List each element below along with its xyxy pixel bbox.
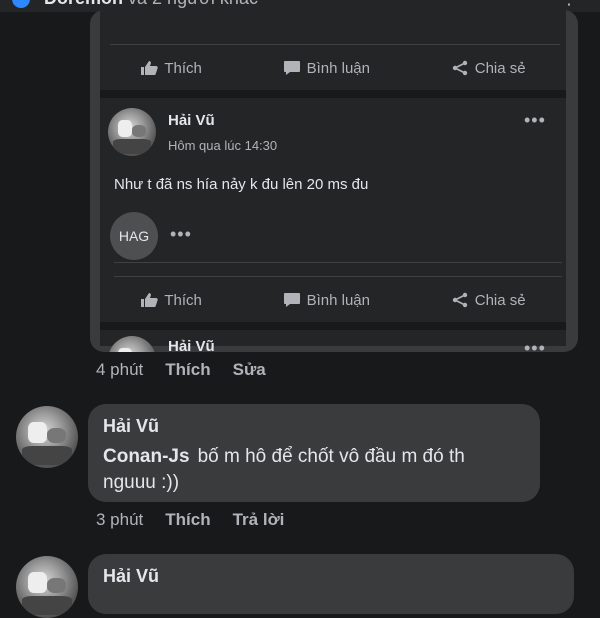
comment-time[interactable]: 3 phút: [96, 510, 143, 530]
comment-icon: [283, 61, 300, 75]
avatar[interactable]: [108, 336, 156, 352]
badge-more-icon[interactable]: •••: [170, 224, 192, 245]
share-button[interactable]: Chia sẻ: [451, 292, 526, 309]
comment-text-line2: nguuu :)): [103, 472, 180, 493]
comment-like-button[interactable]: Thích: [165, 510, 210, 530]
shared-post-card: Thích Bình luận Chia sẻ Hải Vũ Hôm qua l…: [90, 10, 578, 352]
comment-mention[interactable]: Conan-Js: [103, 446, 190, 467]
share-label: Chia sẻ: [474, 291, 526, 309]
commenter-badge[interactable]: HAG: [110, 212, 158, 260]
comment-text-line1: bố m hô để chốt vô đầu m đó th: [197, 446, 465, 467]
post-action-bar: Thích Bình luận Chia sẻ: [100, 46, 566, 90]
comment-edit-button[interactable]: Sửa: [233, 360, 266, 380]
avatar[interactable]: [16, 556, 78, 618]
share-icon: [452, 292, 467, 308]
comment-meta: 3 phút Thích Trả lời: [96, 510, 306, 530]
comment-button[interactable]: Bình luận: [283, 292, 370, 309]
share-button[interactable]: Chia sẻ: [451, 60, 526, 77]
post-timestamp[interactable]: Hôm qua lúc 14:30: [168, 138, 277, 153]
comment-author[interactable]: Hải Vũ: [103, 416, 159, 437]
comment-label: Bình luận: [306, 291, 370, 309]
comment-reply-button[interactable]: Trả lời: [233, 510, 285, 530]
like-button[interactable]: Thích: [140, 292, 202, 309]
post-more-icon[interactable]: •••: [524, 110, 546, 131]
post-text: Như t đã ns hía nảy k đu lên 20 ms đu: [114, 176, 369, 193]
comment-text: Conan-Js bố m hô để chốt vô đầu m đó th n…: [103, 444, 533, 496]
like-label: Thích: [164, 59, 202, 77]
comment-meta: 4 phút Thích Sửa: [96, 360, 288, 380]
post-action-bar: Thích Bình luận Chia sẻ: [100, 278, 566, 322]
post-author[interactable]: Hải Vũ: [168, 338, 215, 352]
divider: [114, 276, 562, 277]
like-icon: [141, 293, 159, 307]
avatar[interactable]: [108, 108, 156, 156]
comment-button[interactable]: Bình luận: [283, 60, 370, 77]
share-icon: [452, 60, 467, 76]
post-gap: [100, 322, 566, 330]
comment-like-button[interactable]: Thích: [165, 360, 210, 380]
post-gap: [100, 90, 566, 98]
shared-post-inner: Thích Bình luận Chia sẻ Hải Vũ Hôm qua l…: [100, 10, 566, 352]
divider: [110, 44, 560, 45]
comment-time[interactable]: 4 phút: [96, 360, 143, 380]
reactor-name[interactable]: Doremon: [44, 0, 123, 8]
avatar[interactable]: [16, 406, 78, 468]
comment-icon: [283, 293, 300, 307]
reactors-text[interactable]: Doremon và 2 người khác: [44, 0, 258, 9]
comment-author[interactable]: Hải Vũ: [103, 566, 159, 587]
comment-bubble: Hải Vũ: [88, 554, 574, 614]
comment-bubble: Hải Vũ Conan-Js bố m hô để chốt vô đầu m …: [88, 404, 540, 502]
post-author[interactable]: Hải Vũ: [168, 112, 215, 129]
divider: [114, 262, 562, 263]
more-options-icon[interactable]: ⋮: [560, 0, 586, 8]
share-label: Chia sẻ: [474, 59, 526, 77]
like-button[interactable]: Thích: [140, 60, 202, 77]
like-reaction-icon: [12, 0, 30, 8]
like-icon: [141, 61, 159, 75]
like-label: Thích: [164, 291, 202, 309]
comment-label: Bình luận: [306, 59, 370, 77]
reactor-others[interactable]: và 2 người khác: [128, 0, 258, 8]
post-more-icon[interactable]: •••: [524, 338, 546, 352]
